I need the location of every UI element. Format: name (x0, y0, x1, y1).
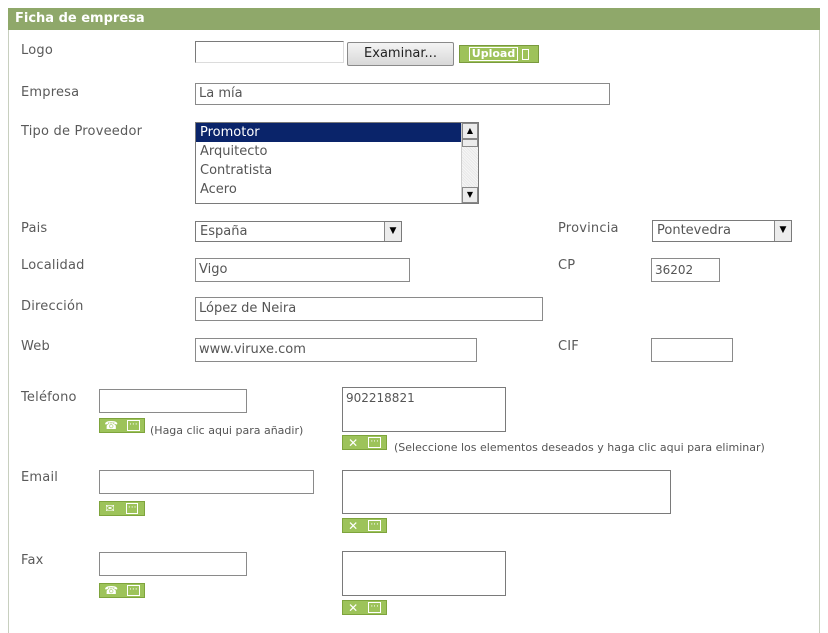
direccion-field[interactable]: López de Neira (195, 297, 543, 321)
upload-label: Upload (468, 47, 519, 61)
email-label: Email (21, 470, 59, 485)
pais-select[interactable]: España ▼ (195, 221, 402, 242)
upload-button[interactable]: Upload (459, 45, 539, 63)
dots-icon: ··· (125, 503, 139, 514)
dots-icon: ··· (126, 420, 140, 431)
remove-email-button[interactable]: ✕ ··· (342, 518, 387, 533)
remove-telefono-hint: (Seleccione los elementos deseados y hag… (394, 441, 765, 454)
fax-field[interactable] (99, 552, 247, 576)
telefono-list[interactable]: 902218821 (342, 387, 506, 432)
fax-label: Fax (21, 553, 44, 568)
web-label: Web (21, 339, 50, 354)
pais-selected-value: España (200, 224, 248, 239)
localidad-label: Localidad (21, 258, 85, 273)
listbox-option-acero[interactable]: Acero (196, 180, 478, 199)
telefono-field[interactable] (99, 389, 247, 413)
add-telefono-hint: (Haga clic aqui para añadir) (150, 424, 304, 437)
dots-icon: ··· (368, 602, 381, 613)
remove-telefono-button[interactable]: ✕ ··· (342, 435, 387, 450)
dots-icon: ··· (126, 585, 140, 596)
add-telefono-button[interactable]: ☎ ··· (99, 418, 145, 433)
provincia-selected-value: Pontevedra (657, 223, 731, 238)
scroll-up-icon[interactable]: ▲ (462, 123, 478, 139)
remove-icon: ✕ (348, 600, 359, 615)
tipo-proveedor-listbox[interactable]: Promotor Arquitecto Contratista Acero ▲ … (195, 122, 479, 204)
email-list[interactable] (342, 470, 671, 514)
provincia-select[interactable]: Pontevedra ▼ (652, 220, 792, 242)
chevron-down-icon[interactable]: ▼ (774, 221, 791, 241)
listbox-option-promotor[interactable]: Promotor (196, 123, 478, 142)
empresa-field[interactable]: La mía (195, 83, 610, 105)
telefono-label: Teléfono (21, 390, 77, 405)
listbox-scrollbar[interactable]: ▲ ▼ (461, 123, 478, 203)
email-field[interactable] (99, 470, 314, 494)
browse-button[interactable]: Examinar... (347, 42, 454, 66)
panel-title: Ficha de empresa (8, 8, 820, 30)
logo-file-input[interactable] (195, 41, 344, 63)
add-fax-button[interactable]: ☎ ··· (99, 583, 145, 598)
listbox-option-contratista[interactable]: Contratista (196, 161, 478, 180)
web-field[interactable]: www.viruxe.com (195, 338, 477, 362)
listbox-option-arquitecto[interactable]: Arquitecto (196, 142, 478, 161)
pais-label: Pais (21, 221, 48, 236)
phone-icon: ☎ (104, 419, 119, 432)
remove-icon: ✕ (348, 435, 359, 450)
tipo-proveedor-label: Tipo de Proveedor (21, 124, 143, 139)
logo-label: Logo (21, 43, 53, 58)
cif-label: CIF (558, 339, 579, 354)
dots-icon: ··· (368, 437, 381, 448)
cif-field[interactable] (651, 338, 733, 362)
fax-icon: ☎ (104, 584, 119, 597)
empresa-label: Empresa (21, 85, 80, 100)
scroll-down-icon[interactable]: ▼ (462, 187, 478, 203)
upload-icon (522, 48, 530, 60)
add-email-button[interactable]: ✉ ··· (99, 501, 145, 516)
envelope-icon: ✉ (105, 502, 115, 515)
scroll-thumb[interactable] (462, 139, 478, 147)
localidad-field[interactable]: Vigo (195, 258, 410, 282)
dots-icon: ··· (368, 520, 381, 531)
remove-fax-button[interactable]: ✕ ··· (342, 600, 387, 615)
direccion-label: Dirección (21, 299, 84, 314)
cp-field[interactable]: 36202 (651, 258, 720, 282)
chevron-down-icon[interactable]: ▼ (384, 222, 401, 241)
fax-list[interactable] (342, 551, 506, 596)
cp-label: CP (558, 258, 576, 273)
provincia-label: Provincia (558, 221, 619, 236)
remove-icon: ✕ (348, 518, 359, 533)
